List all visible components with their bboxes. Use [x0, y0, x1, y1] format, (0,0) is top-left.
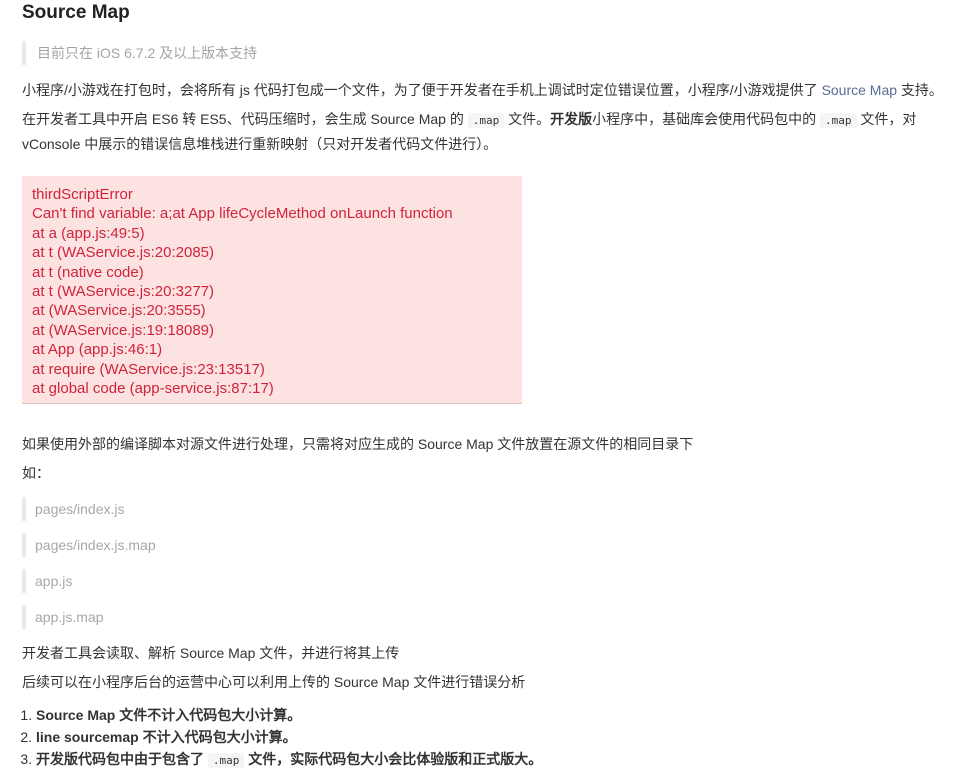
intro-text: 小程序/小游戏在打包时，会将所有 js 代码打包成一个文件，为了便于开发者在手机… — [22, 82, 822, 98]
description-paragraph-line2: vConsole 中展示的错误信息堆栈进行重新映射（只对开发者代码文件进行）。 — [22, 136, 498, 152]
analysis-note: 后续可以在小程序后台的运营中心可以利用上传的 Source Map 文件进行错误… — [22, 674, 526, 690]
error-line: at require (WAService.js:23:13517) — [32, 360, 265, 378]
error-line: at t (WAService.js:20:3277) — [32, 283, 215, 301]
list-item-text: 开发版代码包中由于包含了 — [36, 751, 208, 767]
desc-text-4: 文件，对 — [856, 111, 917, 127]
error-line: Can't find variable: a;at App lifeCycleM… — [32, 205, 453, 223]
map-code-1: .map — [467, 113, 505, 128]
error-line: at t (native code) — [32, 263, 144, 281]
intro-paragraph: 小程序/小游戏在打包时，会将所有 js 代码打包成一个文件，为了便于开发者在手机… — [22, 77, 943, 103]
list-item: line sourcemap 不计入代码包大小计算。 — [36, 726, 956, 748]
map-code-3: .map — [207, 753, 245, 768]
version-note: 目前只在 iOS 6.7.2 及以上版本支持 — [22, 41, 922, 65]
path-item: pages/index.js — [22, 497, 922, 521]
map-code-2: .map — [820, 113, 857, 128]
desc-text-1: 在开发者工具中开启 ES6 转 ES5、代码压缩时，会生成 Source Map… — [22, 111, 468, 127]
example-label: 如： — [22, 465, 50, 481]
intro-text-end: 支持。 — [897, 82, 943, 98]
list-item: 开发版代码包中由于包含了 .map 文件，实际代码包大小会比体验版和正式版大。 — [36, 748, 956, 772]
path-item: app.js.map — [22, 605, 922, 629]
list-item-text: line sourcemap 不计入代码包大小计算。 — [36, 729, 297, 745]
error-line: at (WAService.js:19:18089) — [32, 321, 215, 339]
error-line: at (WAService.js:20:3555) — [32, 302, 206, 320]
error-line: at App (app.js:46:1) — [32, 341, 163, 359]
error-line: at a (app.js:49:5) — [32, 224, 145, 242]
path-item: app.js — [22, 569, 922, 593]
path-item: pages/index.js.map — [22, 533, 922, 557]
description-paragraph: 在开发者工具中开启 ES6 转 ES5、代码压缩时，会生成 Source Map… — [22, 106, 916, 134]
error-stack-block: thirdScriptError Can't find variable: a;… — [22, 176, 522, 404]
page-title: Source Map — [22, 2, 130, 23]
desc-bold: 开发版 — [550, 111, 593, 127]
list-item: Source Map 文件不计入代码包大小计算。 — [36, 704, 956, 726]
notes-list: Source Map 文件不计入代码包大小计算。 line sourcemap … — [22, 704, 956, 772]
list-item-text: Source Map 文件不计入代码包大小计算。 — [36, 707, 302, 723]
error-line: thirdScriptError — [32, 186, 133, 203]
desc-text-3: 小程序中，基础库会使用代码包中的 — [592, 111, 821, 127]
error-line: at t (WAService.js:20:2085) — [32, 244, 215, 262]
source-map-link[interactable]: Source Map — [822, 82, 897, 98]
list-item-text-end: 文件，实际代码包大小会比体验版和正式版大。 — [244, 751, 543, 767]
error-line: at global code (app-service.js:87:17) — [32, 380, 274, 398]
desc-text-2: 文件。 — [504, 111, 551, 127]
external-script-note: 如果使用外部的编译脚本对源文件进行处理，只需将对应生成的 Source Map … — [22, 436, 694, 452]
upload-note: 开发者工具会读取、解析 Source Map 文件，并进行将其上传 — [22, 645, 400, 661]
